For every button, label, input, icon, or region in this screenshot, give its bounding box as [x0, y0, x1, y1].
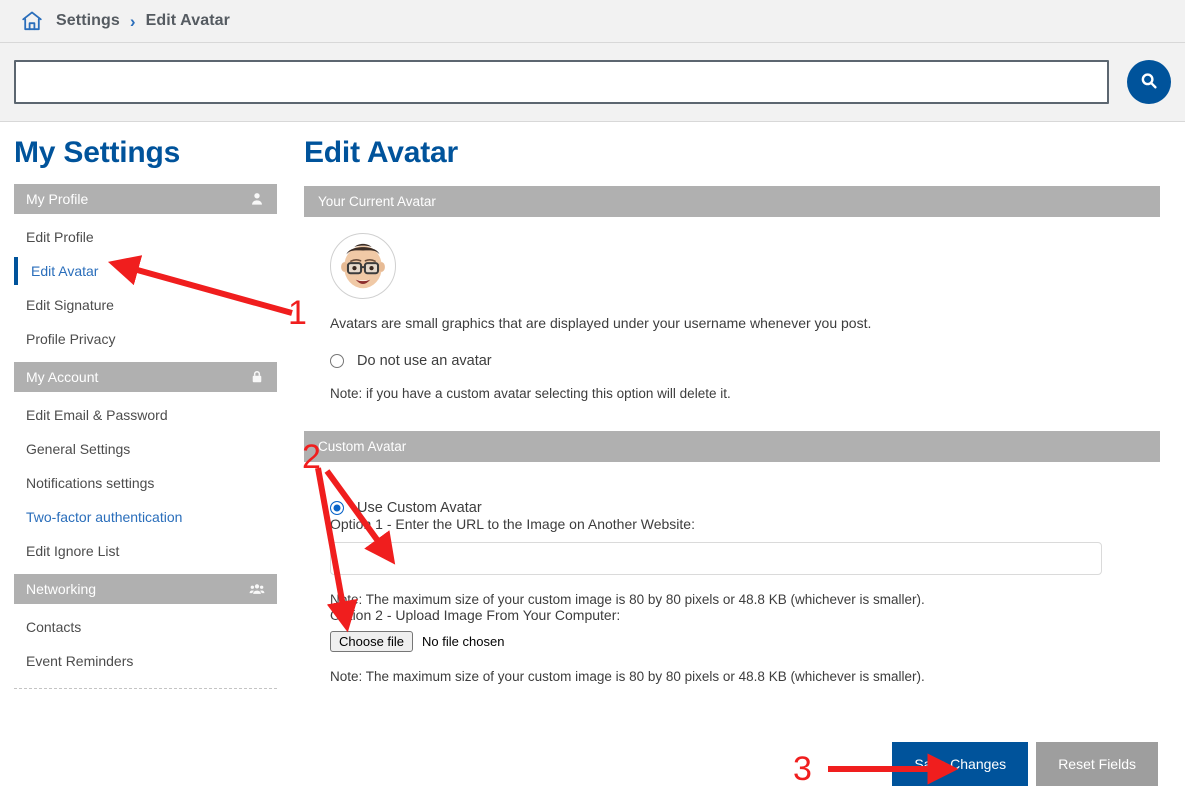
radio-label-use-custom-avatar[interactable]: Use Custom Avatar	[357, 500, 482, 516]
sidebar-item-two-factor-authentication[interactable]: Two-factor authentication	[14, 500, 277, 534]
lock-icon	[249, 369, 265, 385]
radio-row-use-custom-avatar[interactable]: Use Custom Avatar	[330, 500, 1158, 516]
radio-row-no-avatar[interactable]: Do not use an avatar	[330, 353, 1158, 369]
breadcrumb-separator-icon: ›	[129, 11, 136, 31]
sidebar-list-my-account: Edit Email & Password General Settings N…	[14, 392, 277, 574]
search-icon	[1138, 70, 1160, 95]
sidebar-item-profile-privacy[interactable]: Profile Privacy	[14, 322, 277, 356]
sidebar-item-contacts[interactable]: Contacts	[14, 610, 277, 644]
sidebar-item-edit-profile[interactable]: Edit Profile	[14, 220, 277, 254]
sidebar-item-label: General Settings	[26, 441, 131, 457]
sidebar-item-label: Contacts	[26, 619, 82, 635]
breadcrumb: Settings › Edit Avatar	[0, 0, 1185, 43]
file-upload-row: Choose file No file chosen	[330, 631, 1158, 652]
search-button[interactable]	[1127, 60, 1171, 104]
sidebar-list-networking: Contacts Event Reminders	[14, 604, 277, 689]
sidebar-item-edit-avatar[interactable]: Edit Avatar	[14, 254, 277, 288]
radio-label-do-not-use-avatar[interactable]: Do not use an avatar	[357, 353, 492, 369]
sidebar-item-notifications-settings[interactable]: Notifications settings	[14, 466, 277, 500]
page-body: My Settings My Profile Edit Profile Edit…	[0, 122, 1185, 786]
radio-do-not-use-avatar[interactable]	[330, 354, 344, 368]
note-option-2: Note: The maximum size of your custom im…	[330, 669, 925, 684]
sidebar-group-label: My Account	[26, 369, 99, 385]
sidebar-list-my-profile: Edit Profile Edit Avatar Edit Signature …	[14, 214, 277, 362]
home-icon[interactable]	[20, 9, 56, 33]
panel-body-current-avatar: Avatars are small graphics that are disp…	[304, 217, 1160, 401]
choose-file-button[interactable]: Choose file	[330, 631, 414, 652]
label-option-2: Option 2 - Upload Image From Your Comput…	[330, 607, 621, 623]
sidebar-item-label: Notifications settings	[26, 475, 155, 491]
sidebar-item-label: Edit Email & Password	[26, 407, 168, 423]
sidebar-group-networking[interactable]: Networking	[14, 574, 277, 604]
panel-header-current-avatar: Your Current Avatar	[304, 186, 1160, 217]
avatar-caption: Avatars are small graphics that are disp…	[330, 315, 872, 331]
file-status-text: No file chosen	[422, 634, 505, 649]
radio-use-custom-avatar[interactable]	[330, 501, 344, 515]
sidebar-item-label: Edit Profile	[26, 229, 94, 245]
breadcrumb-item-settings[interactable]: Settings	[56, 12, 120, 30]
sidebar-item-label: Event Reminders	[26, 653, 134, 669]
panel-body-custom-avatar: Use Custom Avatar Option 1 - Enter the U…	[304, 462, 1160, 786]
sidebar-title: My Settings	[14, 136, 181, 169]
sidebar: My Settings My Profile Edit Profile Edit…	[0, 122, 292, 786]
avatar-url-input[interactable]	[330, 542, 1102, 575]
sidebar-item-label: Two-factor authentication	[26, 509, 183, 525]
sidebar-item-edit-signature[interactable]: Edit Signature	[14, 288, 277, 322]
page-title: Edit Avatar	[304, 136, 458, 169]
sidebar-item-edit-email-password[interactable]: Edit Email & Password	[14, 398, 277, 432]
avatar	[330, 233, 396, 299]
breadcrumb-item-edit-avatar[interactable]: Edit Avatar	[146, 12, 230, 30]
sidebar-group-label: Networking	[26, 581, 97, 597]
sidebar-item-label: Edit Ignore List	[26, 543, 120, 559]
users-icon	[249, 581, 265, 597]
search-input[interactable]	[14, 60, 1109, 104]
sidebar-item-label: Profile Privacy	[26, 331, 116, 347]
label-option-1: Option 1 - Enter the URL to the Image on…	[330, 516, 695, 532]
page-root: Settings › Edit Avatar My Settings My Pr…	[0, 0, 1185, 800]
main-content: Edit Avatar Your Current Avatar Avatars …	[292, 122, 1185, 786]
sidebar-item-event-reminders[interactable]: Event Reminders	[14, 644, 277, 678]
sidebar-item-general-settings[interactable]: General Settings	[14, 432, 277, 466]
save-changes-button[interactable]: Save Changes	[892, 742, 1029, 786]
action-buttons: Save Changes Reset Fields	[330, 742, 1158, 786]
reset-fields-button[interactable]: Reset Fields	[1036, 742, 1158, 786]
sidebar-item-edit-ignore-list[interactable]: Edit Ignore List	[14, 534, 277, 568]
sidebar-item-label: Edit Signature	[26, 297, 114, 313]
sidebar-group-label: My Profile	[26, 191, 89, 207]
note-no-avatar: Note: if you have a custom avatar select…	[330, 386, 731, 401]
panel-header-custom-avatar: Custom Avatar	[304, 431, 1160, 462]
sidebar-group-my-account[interactable]: My Account	[14, 362, 277, 392]
search-bar	[0, 43, 1185, 122]
note-option-1: Note: The maximum size of your custom im…	[330, 592, 925, 607]
user-icon	[249, 191, 265, 207]
sidebar-item-label: Edit Avatar	[31, 263, 99, 279]
sidebar-group-my-profile[interactable]: My Profile	[14, 184, 277, 214]
